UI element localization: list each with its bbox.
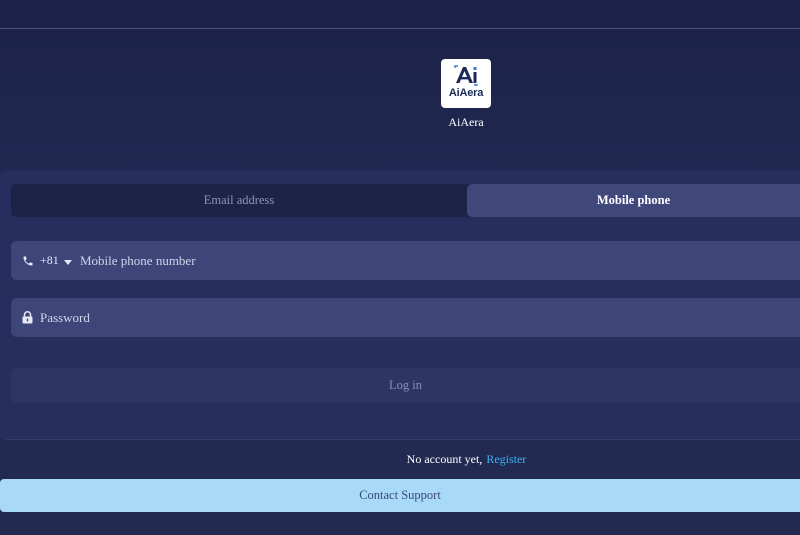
login-method-tabs: Email address Mobile phone (11, 184, 800, 217)
register-prompt: No account yet, Register (0, 452, 800, 467)
tab-email-address[interactable]: Email address (11, 184, 467, 217)
contact-support-button[interactable]: Contact Support (0, 479, 800, 512)
password-input[interactable] (40, 298, 780, 337)
register-prompt-text: No account yet, (406, 452, 483, 466)
ai-logo-icon (454, 65, 478, 86)
lock-icon (22, 311, 33, 329)
phone-icon (22, 254, 34, 272)
password-field[interactable] (11, 298, 800, 337)
phone-number-input[interactable] (80, 241, 780, 280)
logo-text: AiAera (448, 87, 484, 99)
tab-mobile-phone[interactable]: Mobile phone (467, 184, 800, 217)
header-area (0, 29, 800, 170)
register-link[interactable]: Register (486, 452, 526, 466)
login-button[interactable]: Log in (11, 368, 800, 403)
country-code-value: +81 (40, 253, 59, 267)
top-bar (0, 0, 800, 28)
app-logo: AiAera (441, 59, 491, 108)
app-name: AiAera (448, 115, 484, 129)
caret-down-icon (63, 242, 72, 281)
phone-field[interactable]: +81 (11, 241, 800, 280)
country-code-select[interactable]: +81 (40, 241, 72, 280)
